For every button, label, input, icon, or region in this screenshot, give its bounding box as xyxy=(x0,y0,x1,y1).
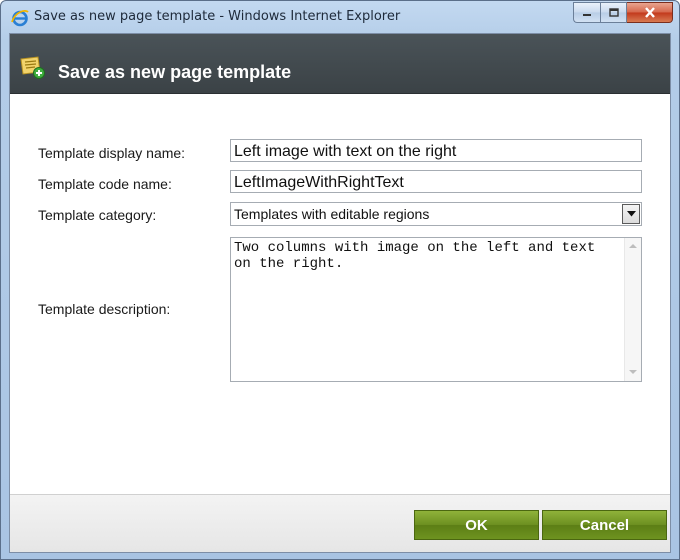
minimize-button[interactable] xyxy=(573,2,600,23)
close-button[interactable] xyxy=(627,2,673,23)
description-textarea[interactable]: Two columns with image on the left and t… xyxy=(230,237,642,382)
scroll-up-icon[interactable] xyxy=(629,244,637,248)
close-icon xyxy=(644,7,655,18)
cancel-button[interactable]: Cancel xyxy=(542,510,667,540)
window-title: Save as new page template - Windows Inte… xyxy=(34,9,401,24)
internet-explorer-icon xyxy=(11,9,29,27)
category-selected-value: Templates with editable regions xyxy=(234,206,430,222)
window-controls xyxy=(573,2,673,23)
minimize-icon xyxy=(583,13,591,16)
description-scrollbar[interactable] xyxy=(624,238,641,381)
category-select[interactable]: Templates with editable regions xyxy=(230,202,642,226)
description-label: Template description: xyxy=(38,301,171,317)
dialog-content: Save as new page template Template displ… xyxy=(9,33,671,553)
scroll-down-icon[interactable] xyxy=(629,370,637,374)
template-add-icon xyxy=(18,55,46,79)
maximize-button[interactable] xyxy=(600,2,627,23)
ok-button[interactable]: OK xyxy=(414,510,539,540)
maximize-icon xyxy=(608,7,619,17)
category-label: Template category: xyxy=(38,207,157,223)
dialog-footer: OK Cancel xyxy=(10,494,670,552)
display-name-label: Template display name: xyxy=(38,145,186,161)
display-name-input[interactable]: Left image with text on the right xyxy=(230,139,642,162)
window-titlebar[interactable]: Save as new page template - Windows Inte… xyxy=(1,1,679,33)
code-name-input[interactable]: LeftImageWithRightText xyxy=(230,170,642,193)
browser-window: Save as new page template - Windows Inte… xyxy=(0,0,680,560)
description-text: Two columns with image on the left and t… xyxy=(234,240,604,272)
code-name-label: Template code name: xyxy=(38,176,172,192)
dialog-title: Save as new page template xyxy=(58,62,292,82)
template-form: Template display name: Left image with t… xyxy=(10,94,670,494)
dialog-header: Save as new page template xyxy=(10,34,670,94)
chevron-down-icon[interactable] xyxy=(622,204,640,224)
